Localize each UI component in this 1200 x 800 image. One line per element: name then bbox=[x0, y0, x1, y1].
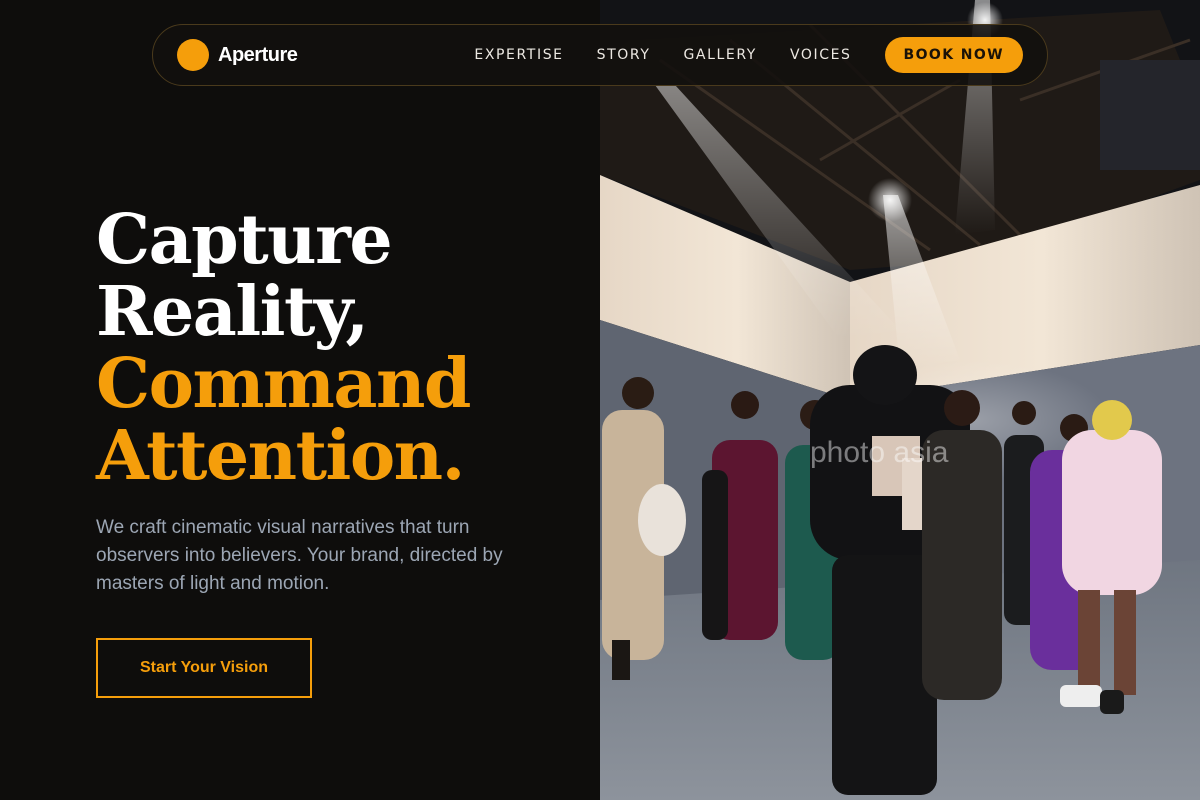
headline-line-3: Command bbox=[96, 344, 471, 424]
photo-watermark: photo asia bbox=[810, 436, 949, 469]
nav-links: EXPERTISE STORY GALLERY VOICES BOOK NOW bbox=[474, 37, 1023, 73]
nav-link-gallery[interactable]: GALLERY bbox=[683, 47, 756, 63]
top-navigation: Aperture EXPERTISE STORY GALLERY VOICES … bbox=[152, 24, 1048, 86]
headline-line-1: Capture bbox=[96, 200, 393, 280]
headline-line-2: Reality, bbox=[96, 272, 369, 352]
start-your-vision-button[interactable]: Start Your Vision bbox=[96, 638, 312, 698]
nav-link-story[interactable]: STORY bbox=[597, 47, 651, 63]
hero-subtext: We craft cinematic visual narratives tha… bbox=[96, 517, 503, 594]
hero-photo: photo asia bbox=[600, 0, 1200, 800]
nav-link-expertise[interactable]: EXPERTISE bbox=[474, 47, 563, 63]
brand-logo[interactable]: Aperture bbox=[177, 39, 298, 71]
hero-headline: Capture Reality, Command Attention. bbox=[96, 200, 471, 496]
headline-line-4: Attention. bbox=[96, 416, 465, 496]
fashion-show-photo bbox=[600, 0, 1200, 800]
nav-link-voices[interactable]: VOICES bbox=[790, 47, 852, 63]
brand-name: Aperture bbox=[218, 43, 298, 66]
logo-circle-icon bbox=[177, 39, 209, 71]
book-now-button[interactable]: BOOK NOW bbox=[884, 37, 1023, 73]
